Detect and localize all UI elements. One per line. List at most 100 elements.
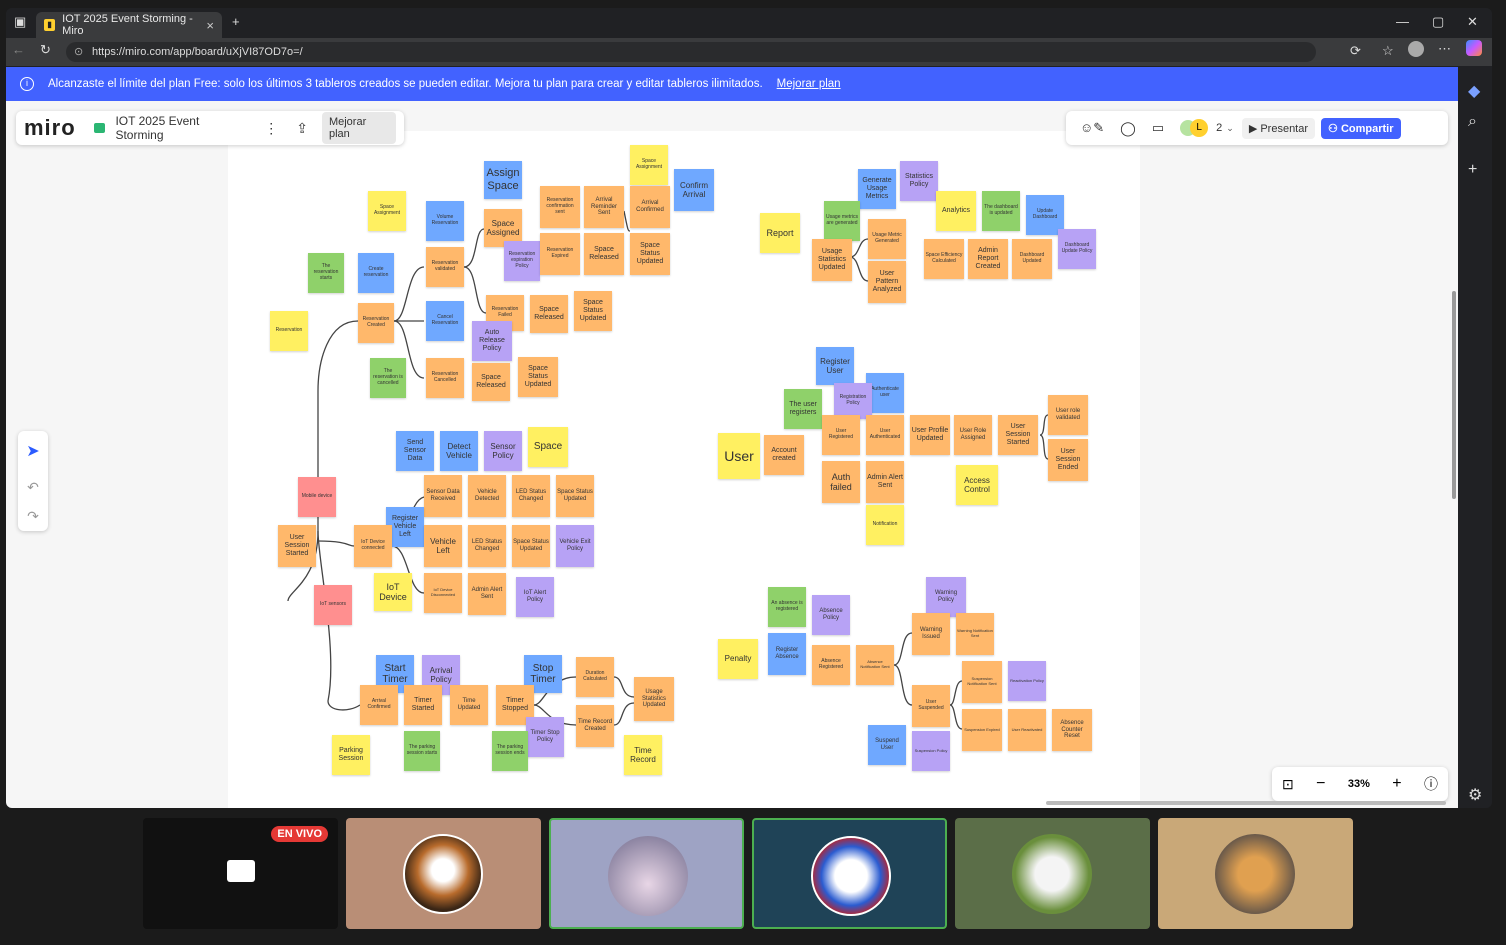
- sticky-note[interactable]: Vehicle Exit Policy: [556, 525, 594, 567]
- sticky-note[interactable]: Admin Report Created: [968, 239, 1008, 279]
- sticky-note[interactable]: Sensor Policy: [484, 431, 522, 471]
- sticky-note[interactable]: An absence is registered: [768, 587, 806, 627]
- presenter-tile[interactable]: EN VIVO: [143, 818, 338, 929]
- vertical-scrollbar[interactable]: [1452, 291, 1456, 499]
- sticky-note[interactable]: Register User: [816, 347, 854, 385]
- zoom-level[interactable]: 33%: [1348, 778, 1370, 790]
- sticky-note[interactable]: Space Status Updated: [556, 475, 594, 517]
- fit-to-screen-icon[interactable]: ⊡: [1282, 776, 1294, 793]
- search-icon[interactable]: ⌕: [1468, 113, 1477, 131]
- sticky-note[interactable]: Reservation Cancelled: [426, 358, 464, 398]
- sticky-note[interactable]: The dashboard is updated: [982, 191, 1020, 231]
- sticky-note[interactable]: Sensor Data Received: [424, 475, 462, 517]
- participant-tile[interactable]: [955, 818, 1150, 929]
- sticky-note[interactable]: Absence Policy: [812, 595, 850, 635]
- comments-icon[interactable]: ◯: [1120, 120, 1136, 137]
- zoom-out-icon[interactable]: −: [1316, 775, 1325, 793]
- sticky-note[interactable]: Timer Stop Policy: [526, 717, 564, 757]
- sticky-note[interactable]: Space Status Updated: [630, 233, 670, 275]
- sticky-note[interactable]: User Role Assigned: [954, 415, 992, 455]
- sticky-note[interactable]: Suspension Notification Sent: [962, 661, 1002, 703]
- tag-icon[interactable]: ◆: [1468, 81, 1480, 101]
- participant-tile[interactable]: [752, 818, 947, 929]
- miro-board-canvas[interactable]: Space Assignment The reservation starts Cr…: [6, 101, 1458, 808]
- back-icon[interactable]: ←: [12, 42, 25, 57]
- refresh-icon[interactable]: ↻: [40, 42, 51, 58]
- sticky-note[interactable]: The reservation starts: [308, 253, 344, 293]
- sticky-note[interactable]: Arrival Reminder Sent: [584, 186, 624, 228]
- sticky-note[interactable]: Reactivation Policy: [1008, 661, 1046, 701]
- sticky-note[interactable]: Confirm Arrival: [674, 169, 714, 211]
- upgrade-link[interactable]: Mejorar plan: [777, 78, 841, 90]
- sticky-note[interactable]: Warning Notification Sent: [956, 613, 994, 655]
- browser-tab[interactable]: ▮ IOT 2025 Event Storming - Miro ×: [36, 12, 222, 38]
- sticky-note[interactable]: Suspend User: [868, 725, 906, 765]
- sticky-note[interactable]: Arrival Confirmed: [630, 186, 670, 228]
- sticky-note[interactable]: User Session Ended: [1048, 439, 1088, 481]
- sticky-note[interactable]: Penalty: [718, 639, 758, 679]
- sticky-note[interactable]: User Profile Updated: [910, 415, 950, 455]
- sticky-note[interactable]: Dashboard Updated: [1012, 239, 1052, 279]
- sticky-note[interactable]: Arrival Confirmed: [360, 685, 398, 725]
- participant-tile[interactable]: [549, 818, 744, 929]
- sticky-note[interactable]: Space Released: [584, 233, 624, 275]
- sticky-note[interactable]: User Reactivated: [1008, 709, 1046, 751]
- sticky-note[interactable]: Space: [528, 427, 568, 467]
- sticky-note[interactable]: Send Sensor Data: [396, 431, 434, 471]
- sticky-note[interactable]: Absence Registered: [812, 645, 850, 685]
- board-menu-icon[interactable]: ⋮: [264, 120, 278, 137]
- sticky-note[interactable]: User Session Started: [998, 415, 1038, 455]
- help-icon[interactable]: ⓘ: [1424, 774, 1438, 794]
- new-tab-icon[interactable]: +: [232, 14, 240, 29]
- sticky-note[interactable]: LED Status Changed: [512, 475, 550, 517]
- sticky-note[interactable]: Register Absence: [768, 633, 806, 675]
- sticky-note[interactable]: IoT Device: [374, 573, 412, 611]
- sticky-note[interactable]: Time Updated: [450, 685, 488, 725]
- sticky-note[interactable]: Generate Usage Metrics: [858, 169, 896, 209]
- minimize-icon[interactable]: —: [1396, 14, 1409, 29]
- video-icon[interactable]: ▭: [1152, 120, 1164, 136]
- settings-icon[interactable]: ⚙: [1468, 785, 1482, 805]
- sticky-note[interactable]: Reservation: [270, 311, 308, 351]
- sticky-note[interactable]: IoT Device Disconnected: [424, 573, 462, 613]
- sticky-note[interactable]: Space Assignment: [630, 145, 668, 185]
- select-tool-icon[interactable]: ➤: [26, 441, 39, 461]
- sticky-note[interactable]: Usage Metric Generated: [868, 219, 906, 259]
- sticky-note[interactable]: Notification: [866, 505, 904, 545]
- sticky-note[interactable]: Volume Reservation: [426, 201, 464, 241]
- sticky-note[interactable]: Suspension Expired: [962, 709, 1002, 751]
- miro-logo[interactable]: miro: [24, 115, 76, 141]
- sticky-note[interactable]: Warning Policy: [926, 577, 966, 617]
- chevron-down-icon[interactable]: ⌄: [1226, 123, 1234, 134]
- sticky-note[interactable]: Create reservation: [358, 253, 394, 293]
- sticky-note[interactable]: User Authenticated: [866, 415, 904, 455]
- sticky-note[interactable]: Duration Calculated: [576, 657, 614, 697]
- profile-icon[interactable]: [1408, 41, 1424, 57]
- sticky-note[interactable]: Auto Release Policy: [472, 321, 512, 361]
- sticky-note[interactable]: Space Assignment: [368, 191, 406, 231]
- sticky-note[interactable]: Reservation Expired: [540, 233, 580, 275]
- sticky-note[interactable]: Time Record: [624, 735, 662, 775]
- extensions-icon[interactable]: ⟳: [1350, 43, 1361, 59]
- present-button[interactable]: ▶ Presentar: [1241, 117, 1316, 139]
- sticky-note[interactable]: Space Released: [472, 363, 510, 401]
- sticky-note[interactable]: Space Released: [530, 295, 568, 333]
- tab-actions-icon[interactable]: ▣: [14, 14, 26, 30]
- sticky-note[interactable]: Auth failed: [822, 461, 860, 503]
- sticky-note[interactable]: Usage metrics are generated: [824, 201, 860, 241]
- sticky-note[interactable]: IoT Alert Policy: [516, 577, 554, 617]
- sticky-note[interactable]: Report: [760, 213, 800, 253]
- sticky-note[interactable]: Time Record Created: [576, 705, 614, 747]
- sticky-note[interactable]: Usage Statistics Updated: [634, 677, 674, 721]
- sticky-note[interactable]: User Registered: [822, 415, 860, 455]
- sticky-note[interactable]: Vehicle Detected: [468, 475, 506, 517]
- horizontal-scrollbar[interactable]: [1046, 801, 1446, 805]
- export-icon[interactable]: ⇪: [296, 120, 308, 137]
- sticky-note[interactable]: Admin Alert Sent: [468, 573, 506, 615]
- sticky-note[interactable]: User Pattern Analyzed: [868, 261, 906, 303]
- reactions-icon[interactable]: ☺✎: [1080, 120, 1104, 136]
- url-field[interactable]: ⊙ https://miro.com/app/board/uXjVI87OD7o…: [66, 42, 1316, 62]
- sticky-note[interactable]: Analytics: [936, 191, 976, 231]
- sticky-note[interactable]: The parking session starts: [404, 731, 440, 771]
- sticky-note[interactable]: Account created: [764, 435, 804, 475]
